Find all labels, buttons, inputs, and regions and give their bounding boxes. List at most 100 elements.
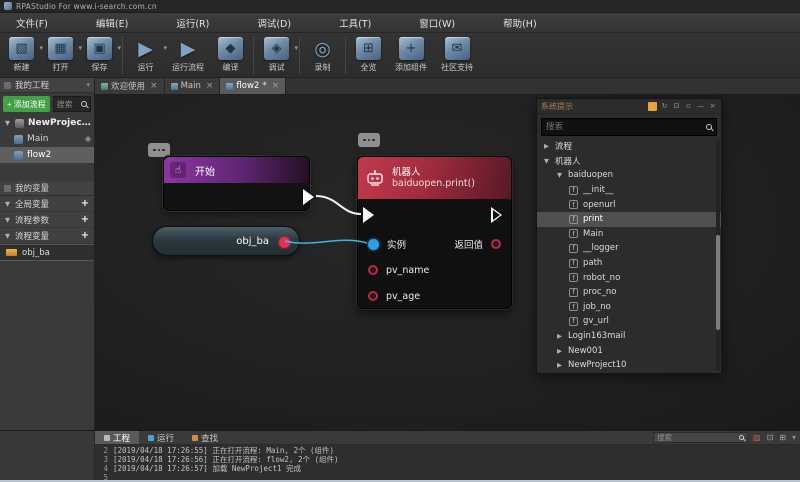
add-variable-button[interactable]: + bbox=[80, 198, 90, 209]
run-flow-button[interactable]: ▶运行流程 bbox=[165, 35, 211, 73]
add-variable-button[interactable]: + bbox=[80, 230, 90, 241]
caret-icon[interactable] bbox=[4, 119, 11, 127]
float-icon[interactable]: ▫ bbox=[684, 102, 693, 111]
variable-out-port[interactable] bbox=[279, 237, 290, 248]
caret-icon[interactable] bbox=[4, 216, 11, 224]
open-button[interactable]: ▦▾打开 bbox=[41, 35, 80, 73]
comment-icon[interactable] bbox=[358, 133, 380, 147]
return-out-port[interactable] bbox=[491, 239, 501, 249]
refresh-icon[interactable]: ↻ bbox=[660, 102, 669, 111]
caret-icon[interactable] bbox=[556, 171, 563, 179]
debug-button[interactable]: ◈▾调试 bbox=[257, 35, 296, 73]
tab-flow2[interactable]: flow2*× bbox=[220, 78, 286, 94]
dock-icon[interactable]: ⊡ bbox=[672, 102, 681, 111]
comp-item-main-fn[interactable]: Main bbox=[537, 227, 721, 242]
variable-obj-ba[interactable]: obj_ba bbox=[0, 244, 94, 261]
community-support-button[interactable]: ✉社区支持 bbox=[434, 35, 480, 73]
minimize-icon[interactable]: — bbox=[696, 102, 705, 111]
dropdown-caret-icon[interactable]: ▾ bbox=[294, 44, 298, 52]
caret-icon[interactable] bbox=[556, 361, 563, 369]
close-icon[interactable]: × bbox=[708, 102, 717, 111]
comp-item-flow[interactable]: 流程 bbox=[537, 139, 721, 154]
comp-item-print[interactable]: print bbox=[537, 212, 721, 227]
pin-icon[interactable] bbox=[648, 102, 657, 111]
component-search-input[interactable] bbox=[546, 122, 706, 132]
param-in-port[interactable] bbox=[368, 265, 378, 275]
menu-edit[interactable]: 编辑(E) bbox=[86, 13, 138, 33]
log-tab-run[interactable]: 运行 bbox=[139, 431, 183, 444]
sidebar-item-flow2[interactable]: flow2 bbox=[0, 147, 94, 163]
new-button[interactable]: ▧▾新建 bbox=[2, 35, 41, 73]
group-global-variables[interactable]: 全局变量+ bbox=[0, 196, 94, 212]
clear-log-icon[interactable]: ▨ bbox=[753, 433, 761, 443]
flow-canvas[interactable]: 开始 obj_ba bbox=[95, 95, 800, 430]
comp-item-newproject10[interactable]: NewProject10 bbox=[537, 358, 721, 373]
tab-welcome[interactable]: 欢迎使用× bbox=[95, 78, 165, 94]
scrollbar-track[interactable] bbox=[716, 140, 720, 371]
component-search[interactable] bbox=[541, 118, 717, 136]
scrollbar-thumb[interactable] bbox=[716, 235, 720, 330]
comp-item-openurl[interactable]: openurl bbox=[537, 197, 721, 212]
panel-menu-icon[interactable]: ▾ bbox=[86, 81, 90, 89]
exec-out-port[interactable] bbox=[491, 207, 502, 223]
exec-in-port[interactable] bbox=[363, 207, 374, 223]
comp-item-proc-no[interactable]: proc_no bbox=[537, 285, 721, 300]
comp-item-robot-no[interactable]: robot_no bbox=[537, 270, 721, 285]
add-component-button[interactable]: +添加组件 bbox=[388, 35, 434, 73]
project-search-input[interactable] bbox=[57, 100, 81, 109]
caret-icon[interactable] bbox=[543, 142, 550, 150]
comp-item-login163mail[interactable]: Login163mail bbox=[537, 329, 721, 344]
log-search[interactable] bbox=[653, 432, 748, 443]
log-tab-find[interactable]: 查找 bbox=[183, 431, 227, 444]
sidebar-item-newproject1[interactable]: NewProject1 bbox=[0, 115, 94, 131]
comp-item-gv-url[interactable]: gv_url bbox=[537, 314, 721, 329]
add-variable-button[interactable]: + bbox=[80, 214, 90, 225]
lock-scroll-icon[interactable]: ⊡ bbox=[767, 433, 774, 443]
menu-file[interactable]: 文件(F) bbox=[6, 13, 58, 33]
comment-icon[interactable] bbox=[148, 143, 170, 157]
caret-icon[interactable] bbox=[4, 232, 11, 240]
close-tab-icon[interactable]: × bbox=[272, 81, 280, 91]
function-icon bbox=[569, 273, 578, 282]
instance-in-port[interactable] bbox=[368, 239, 379, 250]
float-window-icon[interactable]: ⊞ bbox=[779, 433, 786, 443]
comp-item-path[interactable]: path bbox=[537, 256, 721, 271]
menu-debug[interactable]: 调试(D) bbox=[247, 13, 301, 33]
close-tab-icon[interactable]: × bbox=[150, 81, 158, 91]
record-button[interactable]: ◎录制 bbox=[303, 35, 342, 73]
caret-icon[interactable] bbox=[4, 200, 11, 208]
exec-out-port[interactable] bbox=[303, 189, 314, 205]
run-button[interactable]: ▶▾运行 bbox=[126, 35, 165, 73]
menu-window[interactable]: 窗口(W) bbox=[409, 13, 465, 33]
compile-button[interactable]: ◆编译 bbox=[211, 35, 250, 73]
group-flow-variables[interactable]: 流程变量+ bbox=[0, 228, 94, 244]
project-search[interactable] bbox=[53, 96, 91, 112]
overview-button[interactable]: ⊞全览 bbox=[349, 35, 388, 73]
comp-item-init[interactable]: __init__ bbox=[537, 183, 721, 198]
robot-node[interactable]: 机器人 baiduopen.print() 实例 返回值 bbox=[357, 156, 512, 309]
comp-item-logger[interactable]: __logger bbox=[537, 241, 721, 256]
log-search-input[interactable] bbox=[657, 433, 739, 442]
log-tab-project[interactable]: 工程 bbox=[95, 431, 139, 444]
sidebar-item-main[interactable]: Main◉ bbox=[0, 131, 94, 147]
more-icon[interactable]: ▾ bbox=[792, 433, 796, 443]
start-node[interactable]: 开始 bbox=[163, 156, 310, 211]
tab-main[interactable]: Main× bbox=[165, 78, 221, 94]
close-tab-icon[interactable]: × bbox=[206, 81, 214, 91]
group-flow-parameters[interactable]: 流程参数+ bbox=[0, 212, 94, 228]
menu-tools[interactable]: 工具(T) bbox=[329, 13, 381, 33]
comp-item-robot[interactable]: 机器人 bbox=[537, 154, 721, 169]
add-flow-button[interactable]: +添加流程 bbox=[3, 96, 50, 112]
caret-icon[interactable] bbox=[556, 332, 563, 340]
comp-item-new001[interactable]: New001 bbox=[537, 343, 721, 358]
comp-item-job-no[interactable]: job_no bbox=[537, 300, 721, 315]
dropdown-caret-icon[interactable]: ▾ bbox=[117, 44, 121, 52]
menu-run[interactable]: 运行(R) bbox=[166, 13, 219, 33]
param-in-port[interactable] bbox=[368, 291, 378, 301]
save-button[interactable]: ▣▾保存 bbox=[80, 35, 119, 73]
comp-item-baiduopen[interactable]: baiduopen bbox=[537, 168, 721, 183]
variable-node-obj-ba[interactable]: obj_ba bbox=[152, 226, 300, 256]
menu-help[interactable]: 帮助(H) bbox=[493, 13, 547, 33]
caret-icon[interactable] bbox=[543, 157, 550, 165]
caret-icon[interactable] bbox=[556, 347, 563, 355]
